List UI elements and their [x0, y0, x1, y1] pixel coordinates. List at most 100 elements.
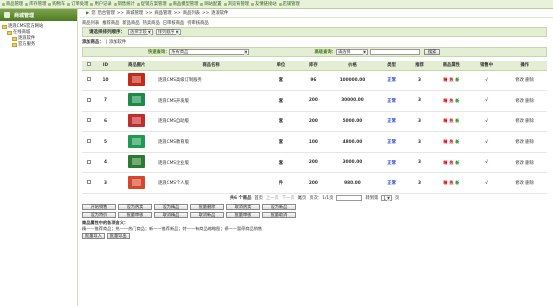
top-nav-item[interactable]: 商品模型管理 — [168, 1, 198, 7]
select-all-checkbox[interactable] — [86, 62, 91, 67]
bulk-action-button[interactable]: 批量取消 — [262, 212, 296, 219]
top-nav-item[interactable]: 友情链接站 — [251, 1, 277, 7]
top-nav-item[interactable]: 浏览背管理 — [223, 1, 249, 7]
product-price: 5000.00 — [329, 111, 376, 133]
product-name[interactable]: 逐浪CMS高级订制服务 — [157, 70, 265, 92]
goto-label: 转到第 — [365, 196, 379, 202]
product-name[interactable]: 逐浪CMS企业版 — [157, 152, 265, 174]
bulk-action-button[interactable]: 开始销售 — [82, 204, 116, 211]
product-box-image[interactable] — [128, 175, 146, 189]
row-actions[interactable]: 修改 删除 — [502, 70, 547, 92]
add-product-row: 添加商品： | 添加软件 — [80, 37, 553, 47]
bulk-action-button[interactable]: 取消精品 — [154, 212, 188, 219]
bulk-action-button[interactable]: 批量审核 — [226, 212, 260, 219]
pagination: 共6 个商品 首页 上一页 下一页 尾页 页次：1/1页 转到第 1 ▼ 页 — [82, 194, 547, 202]
on-sale-check: √ — [470, 172, 503, 195]
import-export-button[interactable]: 批量导出 — [106, 233, 130, 240]
top-nav-item[interactable]: 订单处理 — [67, 1, 88, 7]
prev-page-link[interactable]: 上一页 — [266, 195, 279, 201]
product-table: ID 商品图片 商品名称 单位 库存 价格 类型 推荐 商品属性 销售中 操作 10 逐浪CMS高级订… — [82, 61, 547, 195]
subnav-link[interactable]: 待审核商品 — [187, 20, 208, 26]
table-row: 10 逐浪CMS高级订制服务套 96 100000.00 正常 3 精热新 √ 修改 删除 — [82, 70, 547, 92]
top-nav-item[interactable]: 库存管理 — [25, 1, 46, 7]
bulk-action-button[interactable]: 设为特价 — [82, 212, 116, 219]
import-export-button[interactable]: 批量导入 — [82, 233, 105, 240]
advanced-search-select[interactable]: 请选择 ▼ — [335, 49, 368, 55]
bulk-action-button[interactable]: 取消新品 — [190, 212, 224, 219]
top-nav-item[interactable]: 促销方案管理 — [136, 1, 167, 7]
subnav-link[interactable]: 商品列表 — [82, 20, 99, 26]
product-name[interactable]: 逐浪CMS开发版 — [157, 90, 265, 112]
subnav-link[interactable]: 已审核商品 — [163, 20, 184, 26]
subnav-link[interactable]: 推荐商品 — [102, 20, 119, 26]
product-price: 30000.00 — [329, 90, 376, 112]
row-actions[interactable]: 修改 删除 — [502, 172, 547, 195]
row-actions[interactable]: 修改 删除 — [502, 90, 547, 112]
product-name[interactable]: 逐浪CMS个人版 — [157, 172, 265, 195]
bulk-action-button[interactable]: 设为热卖 — [118, 204, 152, 211]
top-nav-item[interactable]: 销售统计 — [113, 1, 135, 7]
product-recommend: 3 — [407, 152, 432, 174]
quick-search-select[interactable]: 所有商品 ▼ — [169, 49, 250, 55]
row-checkbox[interactable] — [86, 139, 91, 144]
top-nav-item[interactable]: 用户记录 — [90, 1, 112, 7]
bulk-action-button[interactable]: 批量审核 — [118, 212, 152, 219]
row-checkbox[interactable] — [86, 159, 91, 164]
row-actions[interactable]: 修改 删除 — [502, 131, 547, 153]
last-page-link[interactable]: 尾页 — [298, 195, 307, 201]
on-sale-check: √ — [470, 152, 503, 174]
tree-node[interactable]: 官方服务 — [2, 42, 75, 48]
product-name[interactable]: 逐浪CMS自助版 — [157, 111, 265, 133]
column-header: 商品图片 — [115, 61, 158, 71]
sort-order-select[interactable]: 排列顺序 ▼ — [155, 29, 181, 35]
next-page-link[interactable]: 下一页 — [282, 195, 295, 201]
row-checkbox[interactable] — [86, 77, 91, 82]
bulk-action-button[interactable]: 设为精品 — [154, 204, 188, 211]
bulk-action-button[interactable]: 批量删除 — [190, 204, 224, 211]
product-box-image[interactable] — [128, 113, 146, 127]
page-unit: 页 — [395, 196, 400, 202]
row-checkbox[interactable] — [86, 180, 91, 185]
goto-page-select[interactable]: 1 ▼ — [381, 195, 393, 202]
top-nav-item[interactable]: 商品管理 — [2, 1, 23, 7]
row-actions[interactable]: 修改 删除 — [502, 111, 547, 133]
product-box-image[interactable] — [128, 72, 146, 86]
search-input[interactable] — [369, 49, 420, 55]
bulk-action-button[interactable]: 设为新品 — [262, 204, 296, 211]
attribute-badge: 新 — [455, 139, 460, 145]
product-box-image[interactable] — [128, 155, 146, 169]
subnav-link[interactable]: 新品商品 — [122, 20, 139, 26]
nav-icon — [200, 2, 204, 6]
product-id: 5 — [95, 131, 116, 153]
on-sale-check: √ — [470, 131, 503, 153]
row-checkbox[interactable] — [86, 97, 91, 102]
top-nav-item[interactable]: 购物车 — [48, 1, 65, 7]
breadcrumb-item[interactable]: 商城管理 — [126, 10, 143, 16]
sort-field-select[interactable]: 选择字段 ▼ — [128, 29, 153, 35]
breadcrumb-item[interactable]: 商品管理 — [154, 10, 171, 16]
attribute-legend: 商品属性中的各项含义： 精——推荐商品；热——热门商品；新——推荐新品；特——有… — [82, 220, 553, 231]
product-recommend: 3 — [407, 131, 432, 153]
attribute-badge: 精 — [443, 139, 448, 145]
breadcrumb-item[interactable]: 逐浪软件 — [211, 10, 228, 16]
subnav-link[interactable]: 热卖商品 — [143, 20, 160, 26]
add-software-link[interactable]: 添加软件 — [109, 39, 126, 45]
total-count: 共6 个商品 — [229, 196, 252, 202]
product-unit: 套 — [264, 70, 298, 92]
first-page-link[interactable]: 首页 — [254, 195, 263, 201]
top-nav-item[interactable]: 店铺管理 — [278, 1, 300, 7]
product-id: 4 — [95, 152, 116, 174]
row-checkbox[interactable] — [86, 118, 91, 123]
search-button[interactable]: 搜索 — [423, 49, 441, 55]
product-name[interactable]: 逐浪CMS教育版 — [157, 131, 265, 153]
breadcrumb-item[interactable]: 商品列表 — [183, 10, 200, 16]
on-sale-check: √ — [470, 70, 503, 92]
row-actions[interactable]: 修改 删除 — [502, 152, 547, 174]
page-size-input[interactable] — [336, 195, 363, 202]
bulk-action-button[interactable]: 取消热卖 — [226, 204, 260, 211]
breadcrumb-item[interactable]: 后台管理 — [98, 10, 115, 16]
top-nav-item[interactable]: 网站配置 — [200, 1, 222, 7]
product-box-image[interactable] — [128, 93, 146, 107]
column-header: 商品属性 — [431, 61, 471, 71]
product-box-image[interactable] — [128, 134, 146, 148]
